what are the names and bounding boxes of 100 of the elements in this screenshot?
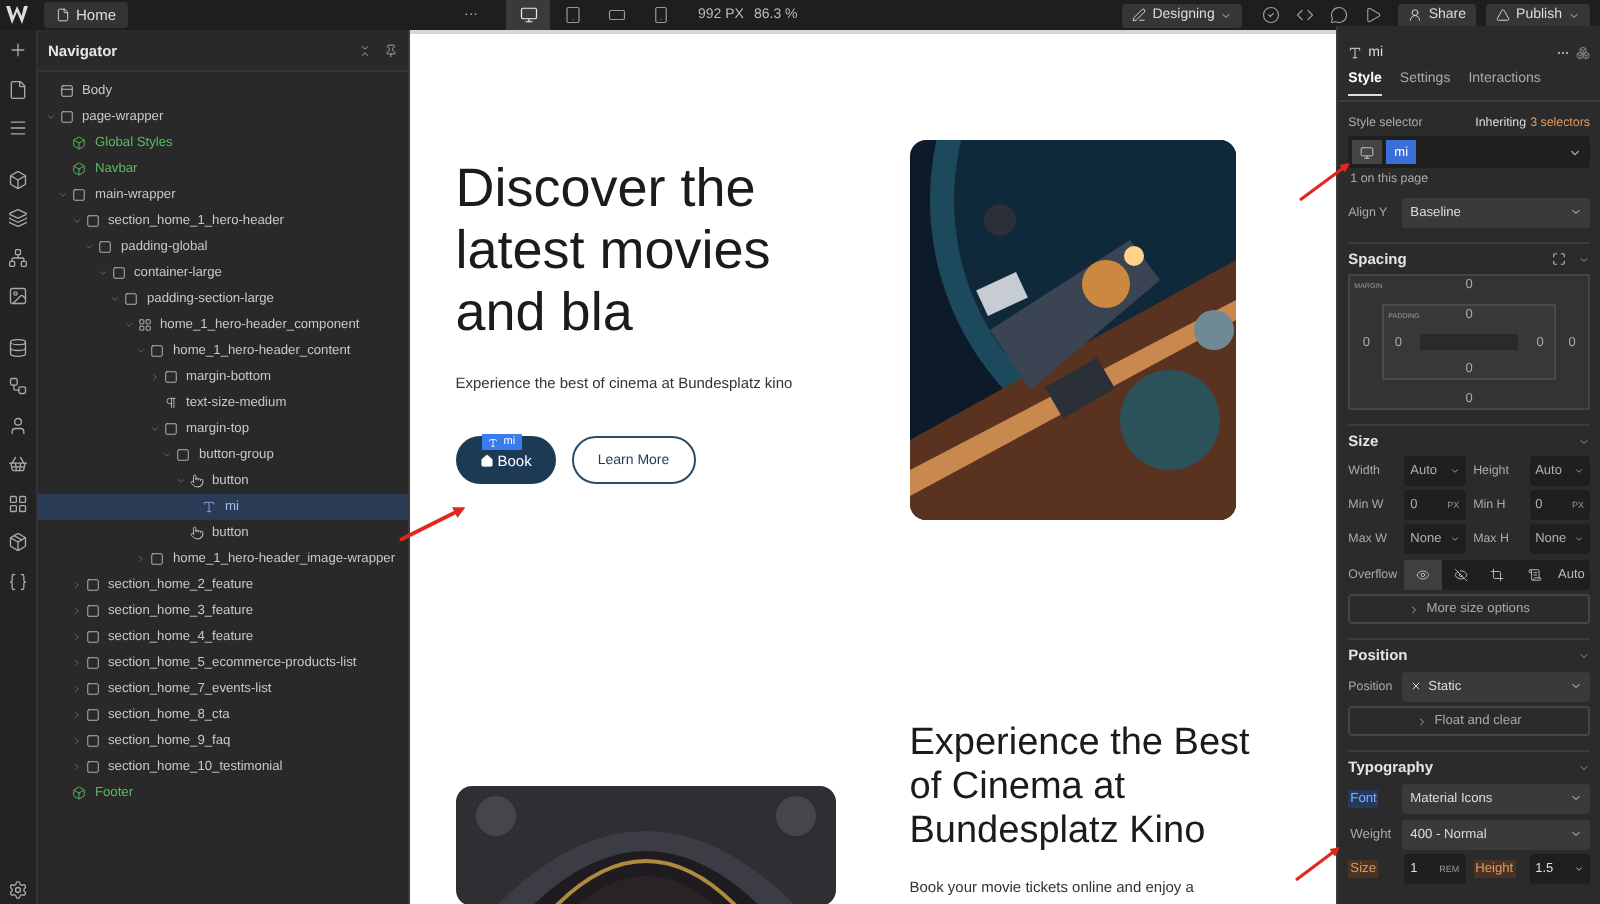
close-icon [1410,680,1423,692]
caret-icon[interactable] [71,216,82,226]
grid-icon [137,318,152,332]
feature-heading: Experience the Best of Cinema at Bundesplatz Kino [909,722,1252,854]
user-icon [1408,8,1423,22]
monitor-icon[interactable] [506,0,551,30]
box-icon [85,578,100,592]
chevron-icon [1408,603,1421,615]
box-icon [150,344,165,358]
check-icon[interactable] [1262,6,1281,24]
box-icon [111,266,126,280]
annotation-arrow [1299,163,1350,202]
chevron-icon [1570,792,1582,804]
menu-icon[interactable] [7,118,28,138]
caret-icon[interactable] [71,684,82,694]
box-icon [85,682,100,696]
chevron-icon [1449,466,1460,476]
more-icon[interactable] [1556,46,1570,60]
box-icon [85,604,100,618]
layers-icon[interactable] [7,208,28,228]
chevron-icon [1570,680,1582,692]
caret-icon[interactable] [71,606,82,616]
network-icon[interactable] [7,247,28,267]
text-icon [202,500,217,514]
caret-icon[interactable] [45,112,56,122]
chevron-icon[interactable] [1578,253,1590,265]
text-icon [487,437,498,447]
caret-icon[interactable] [149,424,160,434]
cube-icon [72,136,87,150]
box-icon [72,188,87,202]
box-icon [85,708,100,722]
eye-icon[interactable] [1404,559,1442,589]
basket-icon[interactable] [7,454,28,474]
caret-icon[interactable] [175,476,186,486]
chevron-icon [1574,534,1584,544]
home-icon [479,453,494,467]
chevron-icon [1568,145,1582,159]
workflow-icon[interactable] [7,376,28,396]
caret-icon[interactable] [136,346,147,356]
play-icon[interactable] [1364,6,1383,24]
caret-icon[interactable] [97,268,108,278]
chevron-icon [1416,715,1429,727]
text-icon [1348,46,1363,60]
chevron-icon [1570,206,1582,218]
box-icon [59,110,74,124]
chevron-icon [1220,9,1233,21]
pin-icon[interactable] [383,43,398,57]
triangle-icon [1496,8,1511,22]
box-icon [85,630,100,644]
caret-icon[interactable] [110,294,121,304]
package-icon[interactable] [7,532,28,552]
box-icon [163,422,178,436]
hero-heading: Discover the latest movies and bla [455,158,773,344]
annotation-arrow [1295,847,1340,882]
box-icon [85,734,100,748]
paragraph-icon [163,396,178,410]
caret-icon[interactable] [58,190,69,200]
cube-icon [72,162,87,176]
cube-icon[interactable] [7,169,28,189]
hand-icon [189,474,204,488]
chevron-icon[interactable] [1578,761,1590,773]
comment-icon[interactable] [1330,6,1349,24]
caret-icon[interactable] [71,632,82,642]
image-icon[interactable] [7,286,28,306]
chevron-icon [1568,9,1580,21]
box-icon [85,760,100,774]
chevron-icon [1574,864,1584,874]
box-icon [85,214,100,228]
box-icon [98,240,113,254]
code-icon[interactable] [1296,6,1315,24]
braces-icon[interactable] [7,571,28,591]
annotation-arrow [399,507,466,542]
page-icon[interactable] [7,79,28,99]
caret-icon[interactable] [84,242,95,252]
box-icon [124,292,139,306]
caret-icon[interactable] [71,580,82,590]
caret-icon[interactable] [71,736,82,746]
caret-icon[interactable] [71,658,82,668]
apps-icon[interactable] [7,493,28,513]
cube-icon [72,786,87,800]
caret-icon[interactable] [123,320,134,330]
collapse-icon[interactable] [357,43,372,57]
page-icon [56,8,70,22]
plus-icon[interactable] [7,40,28,60]
chevron-icon[interactable] [1578,435,1590,447]
box-icon [85,656,100,670]
caret-icon[interactable] [71,710,82,720]
database-icon[interactable] [7,337,28,357]
caret-icon[interactable] [71,762,82,772]
user-icon[interactable] [7,415,28,435]
caret-icon[interactable] [162,450,173,460]
logo-icon[interactable] [6,6,34,24]
brush-icon [1132,8,1147,22]
settings-icon[interactable] [7,880,28,900]
spacing-icon[interactable] [1552,252,1566,266]
caret-icon[interactable] [149,372,160,382]
chevron-icon[interactable] [1578,649,1590,661]
chevron-icon [1574,466,1584,476]
box-icon [150,552,165,566]
caret-icon[interactable] [136,554,147,564]
